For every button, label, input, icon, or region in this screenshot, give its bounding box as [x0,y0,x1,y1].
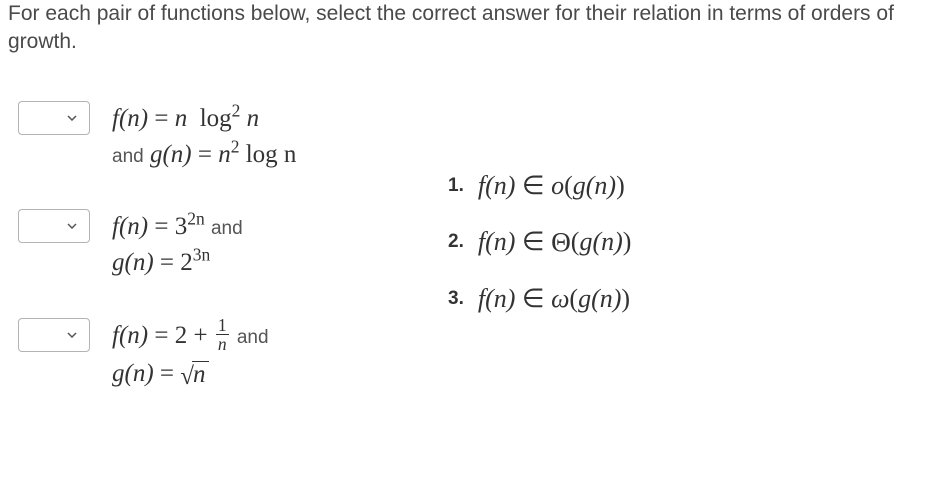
question-row: f(n) = 32n and g(n) = 23n [18,209,438,282]
question-row: f(n) = 2 + 1n and g(n) = √n [18,318,438,392]
question-body: f(n) = 2 + 1n and g(n) = √n [112,318,269,392]
chevron-down-icon [67,115,77,121]
answer-dropdown[interactable] [18,101,90,135]
questions-column: f(n) = n log2 n and g(n) = n2 log n f [8,101,438,428]
and-label: and [211,218,243,239]
answer-dropdown[interactable] [18,209,90,243]
and-label: and [112,146,144,167]
instructions-text: For each pair of functions below, select… [8,0,932,57]
chevron-down-icon [67,332,77,338]
question-row: f(n) = n log2 n and g(n) = n2 log n [18,101,438,174]
answer-dropdown[interactable] [18,318,90,352]
and-label: and [237,327,269,348]
answer-option: 1. f(n) ∈ o(g(n)) [448,171,932,201]
chevron-down-icon [67,223,77,229]
question-body: f(n) = n log2 n and g(n) = n2 log n [112,101,296,174]
question-body: f(n) = 32n and g(n) = 23n [112,209,243,282]
answer-option: 2. f(n) ∈ Θ(g(n)) [448,227,932,258]
answer-number: 3. [448,288,464,310]
answer-option: 3. f(n) ∈ ω(g(n)) [448,284,932,314]
answer-number: 2. [448,231,464,253]
answers-column: 1. f(n) ∈ o(g(n)) 2. f(n) ∈ Θ(g(n)) 3. f… [438,101,932,340]
answer-number: 1. [448,175,464,197]
